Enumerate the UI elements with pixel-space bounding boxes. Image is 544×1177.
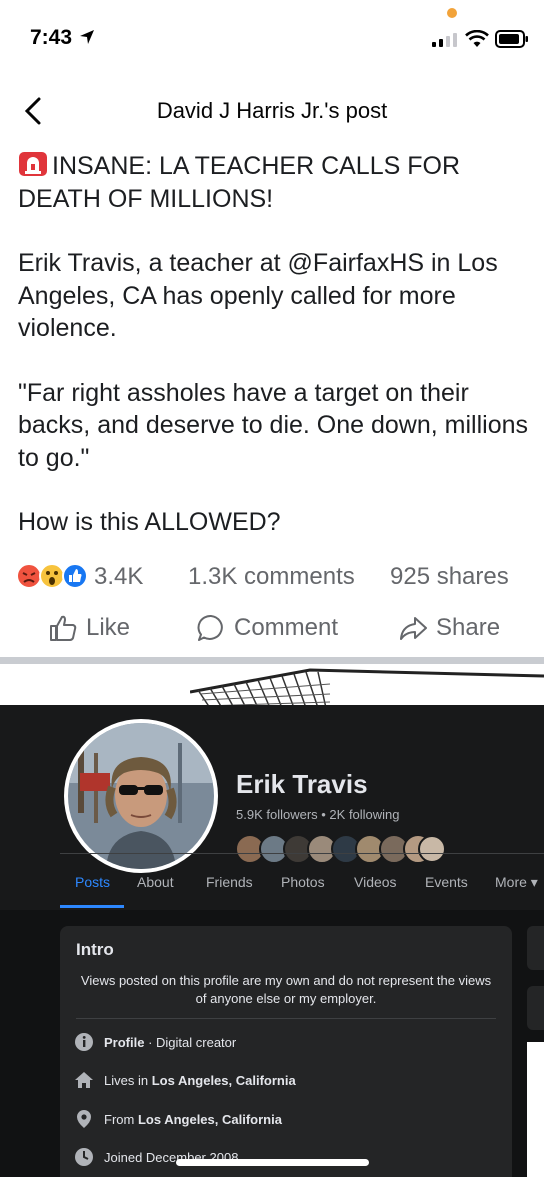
profile-name: Erik Travis (236, 769, 368, 799)
intro-bio: Views posted on this profile are my own … (80, 973, 492, 1006)
location-pin-icon (77, 1110, 91, 1128)
comment-button[interactable]: Comment (196, 613, 338, 643)
post-headline: INSANE: LA TEACHER CALLS FOR DEATH OF MI… (18, 150, 528, 215)
tab-more[interactable]: More ▾ (495, 874, 538, 891)
like-button[interactable]: Like (48, 613, 130, 643)
comment-bubble-icon (197, 614, 223, 641)
embedded-profile-screenshot[interactable]: Erik Travis 5.9K followers • 2K followin… (0, 664, 544, 1177)
post-headline-text: INSANE: LA TEACHER CALLS FOR DEATH OF MI… (18, 152, 460, 213)
share-button[interactable]: Share (398, 613, 500, 643)
share-count[interactable]: 925 shares (390, 563, 509, 591)
side-photo-fragment (527, 1042, 544, 1177)
home-indicator[interactable] (176, 1159, 369, 1166)
intro-from-value[interactable]: Los Angeles, California (138, 1112, 282, 1127)
intro-title: Intro (76, 940, 114, 959)
home-icon (75, 1072, 93, 1088)
status-bar: 7:43 (0, 0, 544, 70)
status-time: 7:43 (30, 26, 73, 49)
post-stats: 3.4K 1.3K comments 925 shares (0, 560, 544, 594)
post-action-bar: Like Comment Share (0, 605, 544, 653)
tab-friends[interactable]: Friends (206, 874, 253, 890)
intro-row-from: From Los Angeles, California (74, 1109, 282, 1129)
tab-photos[interactable]: Photos (281, 874, 325, 890)
intro-profile-label: Profile (104, 1034, 145, 1050)
intro-profile-value: · Digital creator (144, 1034, 237, 1050)
active-tab-indicator (60, 905, 124, 908)
wifi-icon (465, 30, 489, 47)
battery-icon (495, 30, 528, 48)
post-paragraph: Erik Travis, a teacher at @FairfaxHS in … (18, 249, 498, 342)
intro-from-label: From (104, 1111, 138, 1127)
intro-row-profile: Profile · Digital creator (74, 1032, 236, 1052)
friend-avatars-row[interactable] (234, 833, 448, 865)
thumbs-up-icon (50, 615, 77, 641)
profile-avatar[interactable] (64, 719, 218, 873)
intro-lives-label: Lives in (104, 1072, 152, 1088)
profile-photo-image (68, 723, 214, 869)
post-quote: "Far right assholes have a target on the… (18, 378, 528, 472)
page-title: David J Harris Jr.'s post (156, 98, 388, 123)
sketch-drawing-image (190, 668, 544, 708)
reaction-icons[interactable] (16, 563, 90, 589)
follower-counts[interactable]: 5.9K followers • 2K following (236, 807, 400, 822)
tab-about[interactable]: About (137, 874, 174, 890)
intro-row-lives: Lives in Los Angeles, California (74, 1070, 296, 1090)
location-arrow-icon (80, 30, 94, 44)
post-header: David J Harris Jr.'s post (0, 80, 544, 144)
intro-divider (76, 1018, 496, 1019)
info-icon (75, 1033, 93, 1051)
rotating-light-emoji-icon (19, 152, 47, 176)
section-divider (0, 657, 544, 664)
comment-label: Comment (234, 614, 339, 641)
intro-lives-value[interactable]: Los Angeles, California (152, 1073, 296, 1088)
tab-videos[interactable]: Videos (354, 874, 397, 890)
privacy-indicator-dot (447, 8, 457, 18)
intro-card: Intro Views posted on this profile are m… (60, 926, 512, 1177)
profile-tabs: Posts About Friends Photos Videos Events… (0, 865, 544, 908)
tab-posts[interactable]: Posts (75, 874, 110, 890)
side-card-fragment (527, 926, 544, 970)
share-arrow-icon (400, 617, 427, 640)
profile-header-rule (60, 853, 544, 854)
tab-events[interactable]: Events (425, 874, 468, 890)
share-label: Share (436, 614, 501, 641)
like-label: Like (86, 614, 131, 641)
clock-icon (75, 1148, 93, 1166)
reaction-count[interactable]: 3.4K (94, 563, 143, 591)
signal-icon (432, 33, 457, 47)
post-question: How is this ALLOWED? (18, 508, 281, 536)
side-card-fragment (527, 986, 544, 1030)
comment-count[interactable]: 1.3K comments (188, 563, 355, 591)
post-body: INSANE: LA TEACHER CALLS FOR DEATH OF MI… (18, 150, 528, 571)
